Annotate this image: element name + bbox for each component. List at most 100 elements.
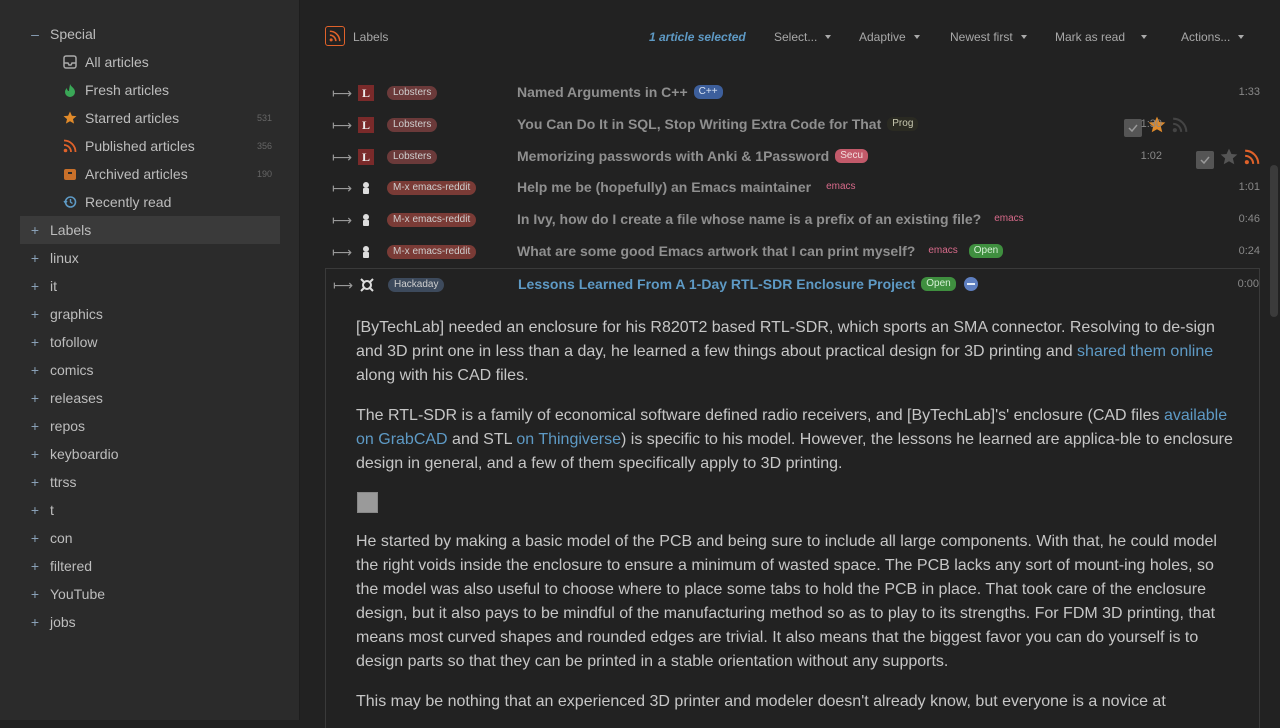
label-tag[interactable]: Prog (887, 117, 919, 131)
category-keyboardio[interactable]: + keyboardio (20, 440, 280, 468)
chevron-down-icon (1141, 35, 1148, 39)
headline-row[interactable]: ⟼ L Lobsters Memorizing passwords with A… (325, 141, 1260, 173)
expand-arrow-icon[interactable]: ⟼ (333, 277, 353, 294)
rss-icon[interactable] (1172, 117, 1188, 138)
category-special[interactable]: – Special (20, 20, 280, 48)
expand-toggle[interactable]: + (20, 586, 50, 602)
label-tag[interactable]: C++ (693, 85, 723, 99)
feed-badge[interactable]: M-x emacs-reddit (387, 181, 477, 195)
headline-title[interactable]: What are some good Emacs artwork that I … (517, 243, 1004, 259)
headline-row[interactable]: ⟼ M-x emacs-reddit In Ivy, how do I crea… (325, 204, 1260, 236)
category-youtube[interactable]: + YouTube (20, 580, 280, 608)
feed-badge[interactable]: Lobsters (387, 86, 438, 100)
category-it[interactable]: + it (20, 272, 280, 300)
category-con[interactable]: + con (20, 524, 280, 552)
expand-toggle[interactable]: + (20, 390, 50, 406)
label-tag[interactable]: emacs (989, 212, 1028, 226)
article-link[interactable]: shared them online (1077, 343, 1213, 360)
category-filtered[interactable]: + filtered (20, 552, 280, 580)
expand-arrow-icon[interactable]: ⟼ (332, 85, 352, 102)
expand-toggle[interactable]: + (20, 446, 50, 462)
expand-toggle[interactable]: + (20, 334, 50, 350)
expand-arrow-icon[interactable]: ⟼ (332, 244, 352, 261)
headline-title[interactable]: Help me be (hopefully) an Emacs maintain… (517, 179, 861, 195)
category-graphics[interactable]: + graphics (20, 300, 280, 328)
headline-title[interactable]: Named Arguments in C++ C++ (517, 84, 723, 100)
category-tofollow[interactable]: + tofollow (20, 328, 280, 356)
expand-toggle[interactable]: + (20, 530, 50, 546)
label-tag[interactable]: Open (921, 277, 956, 291)
feed-rss-icon[interactable] (325, 26, 345, 46)
expand-toggle[interactable]: + (20, 418, 50, 434)
view-mode-dropdown[interactable]: Adaptive (859, 30, 920, 44)
expand-arrow-icon[interactable]: ⟼ (332, 117, 352, 134)
collapse-toggle[interactable]: – (20, 26, 50, 42)
feed-count: 531 (256, 113, 272, 123)
category-jobs[interactable]: + jobs (20, 608, 280, 636)
category-linux[interactable]: + linux (20, 244, 280, 272)
mark-read-dropdown[interactable]: Mark as read (1055, 30, 1148, 44)
feed-published-articles[interactable]: Published articles 356 (62, 132, 280, 160)
feed-all-articles[interactable]: All articles (62, 48, 280, 76)
category-t[interactable]: + t (20, 496, 280, 524)
category-labels[interactable]: + Labels (20, 216, 280, 244)
headline-title[interactable]: In Ivy, how do I create a file whose nam… (517, 211, 1029, 227)
headline-row[interactable]: ⟼ Hackaday Lessons Learned From A 1-Day … (326, 269, 1259, 301)
actions-dropdown[interactable]: Actions... (1181, 30, 1245, 44)
feed-badge[interactable]: Lobsters (387, 150, 438, 164)
archive-icon (62, 166, 78, 182)
rss-icon (62, 138, 78, 154)
expand-toggle[interactable]: + (20, 362, 50, 378)
expand-toggle[interactable]: + (20, 502, 50, 518)
feed-badge[interactable]: Lobsters (387, 118, 438, 132)
feed-badge[interactable]: M-x emacs-reddit (387, 213, 477, 227)
headline-row[interactable]: ⟼ M-x emacs-reddit Help me be (hopefully… (325, 172, 1260, 204)
category-comics[interactable]: + comics (20, 356, 280, 384)
label-tag[interactable]: Open (968, 244, 1004, 258)
scrollbar-thumb[interactable] (1270, 165, 1278, 317)
headline-row[interactable]: ⟼ L Lobsters Named Arguments in C++ C++ 1… (325, 77, 1260, 109)
paragraph-text: along with his CAD files. (356, 367, 529, 384)
main-pane: Labels 1 article selected Select... Adap… (300, 0, 1280, 728)
label-tag[interactable]: emacs (923, 244, 962, 258)
label-tag[interactable]: emacs (821, 180, 860, 194)
label-tag[interactable]: Secu (835, 149, 869, 163)
expand-toggle[interactable]: + (20, 474, 50, 490)
headline-title[interactable]: Memorizing passwords with Anki & 1Passwo… (517, 148, 869, 164)
rss-icon[interactable] (1244, 149, 1260, 170)
expand-arrow-icon[interactable]: ⟼ (332, 149, 352, 166)
collapse-icon[interactable] (963, 277, 978, 291)
expand-toggle[interactable]: + (20, 306, 50, 322)
headline-row[interactable]: ⟼ L Lobsters You Can Do It in SQL, Stop … (325, 109, 1260, 141)
feed-archived-articles[interactable]: Archived articles 190 (62, 160, 280, 188)
headline-row[interactable]: ⟼ M-x emacs-reddit What are some good Em… (325, 236, 1260, 268)
expand-toggle[interactable]: + (20, 614, 50, 630)
expand-toggle[interactable]: + (20, 558, 50, 574)
category-repos[interactable]: + repos (20, 412, 280, 440)
category-label: graphics (50, 306, 103, 322)
headline-title[interactable]: Lessons Learned From A 1-Day RTL-SDR Enc… (518, 276, 978, 292)
lobsters-icon: L (358, 149, 374, 165)
category-label: Labels (50, 222, 92, 238)
feed-fresh-articles[interactable]: Fresh articles (62, 76, 280, 104)
feed-badge[interactable]: M-x emacs-reddit (387, 245, 477, 259)
category-ttrss[interactable]: + ttrss (20, 468, 280, 496)
expand-arrow-icon[interactable]: ⟼ (332, 212, 352, 229)
checkbox-icon[interactable] (1124, 118, 1142, 137)
checkbox-icon[interactable] (1196, 150, 1214, 169)
feed-starred-articles[interactable]: Starred articles 531 (62, 104, 280, 132)
category-releases[interactable]: + releases (20, 384, 280, 412)
expand-toggle[interactable]: + (20, 278, 50, 294)
feed-badge[interactable]: Hackaday (388, 278, 445, 292)
headline-title-text: Help me be (hopefully) an Emacs maintain… (517, 179, 812, 195)
headline-title[interactable]: You Can Do It in SQL, Stop Writing Extra… (517, 116, 919, 132)
expand-arrow-icon[interactable]: ⟼ (332, 180, 352, 197)
sort-dropdown[interactable]: Newest first (950, 30, 1027, 44)
select-dropdown[interactable]: Select... (774, 30, 832, 44)
feed-count: 356 (256, 141, 272, 151)
star-icon[interactable] (1220, 148, 1238, 171)
expand-toggle[interactable]: + (20, 222, 50, 238)
article-link[interactable]: on Thingiverse (516, 431, 621, 448)
expand-toggle[interactable]: + (20, 250, 50, 266)
feed-recently-read[interactable]: Recently read (62, 188, 280, 216)
